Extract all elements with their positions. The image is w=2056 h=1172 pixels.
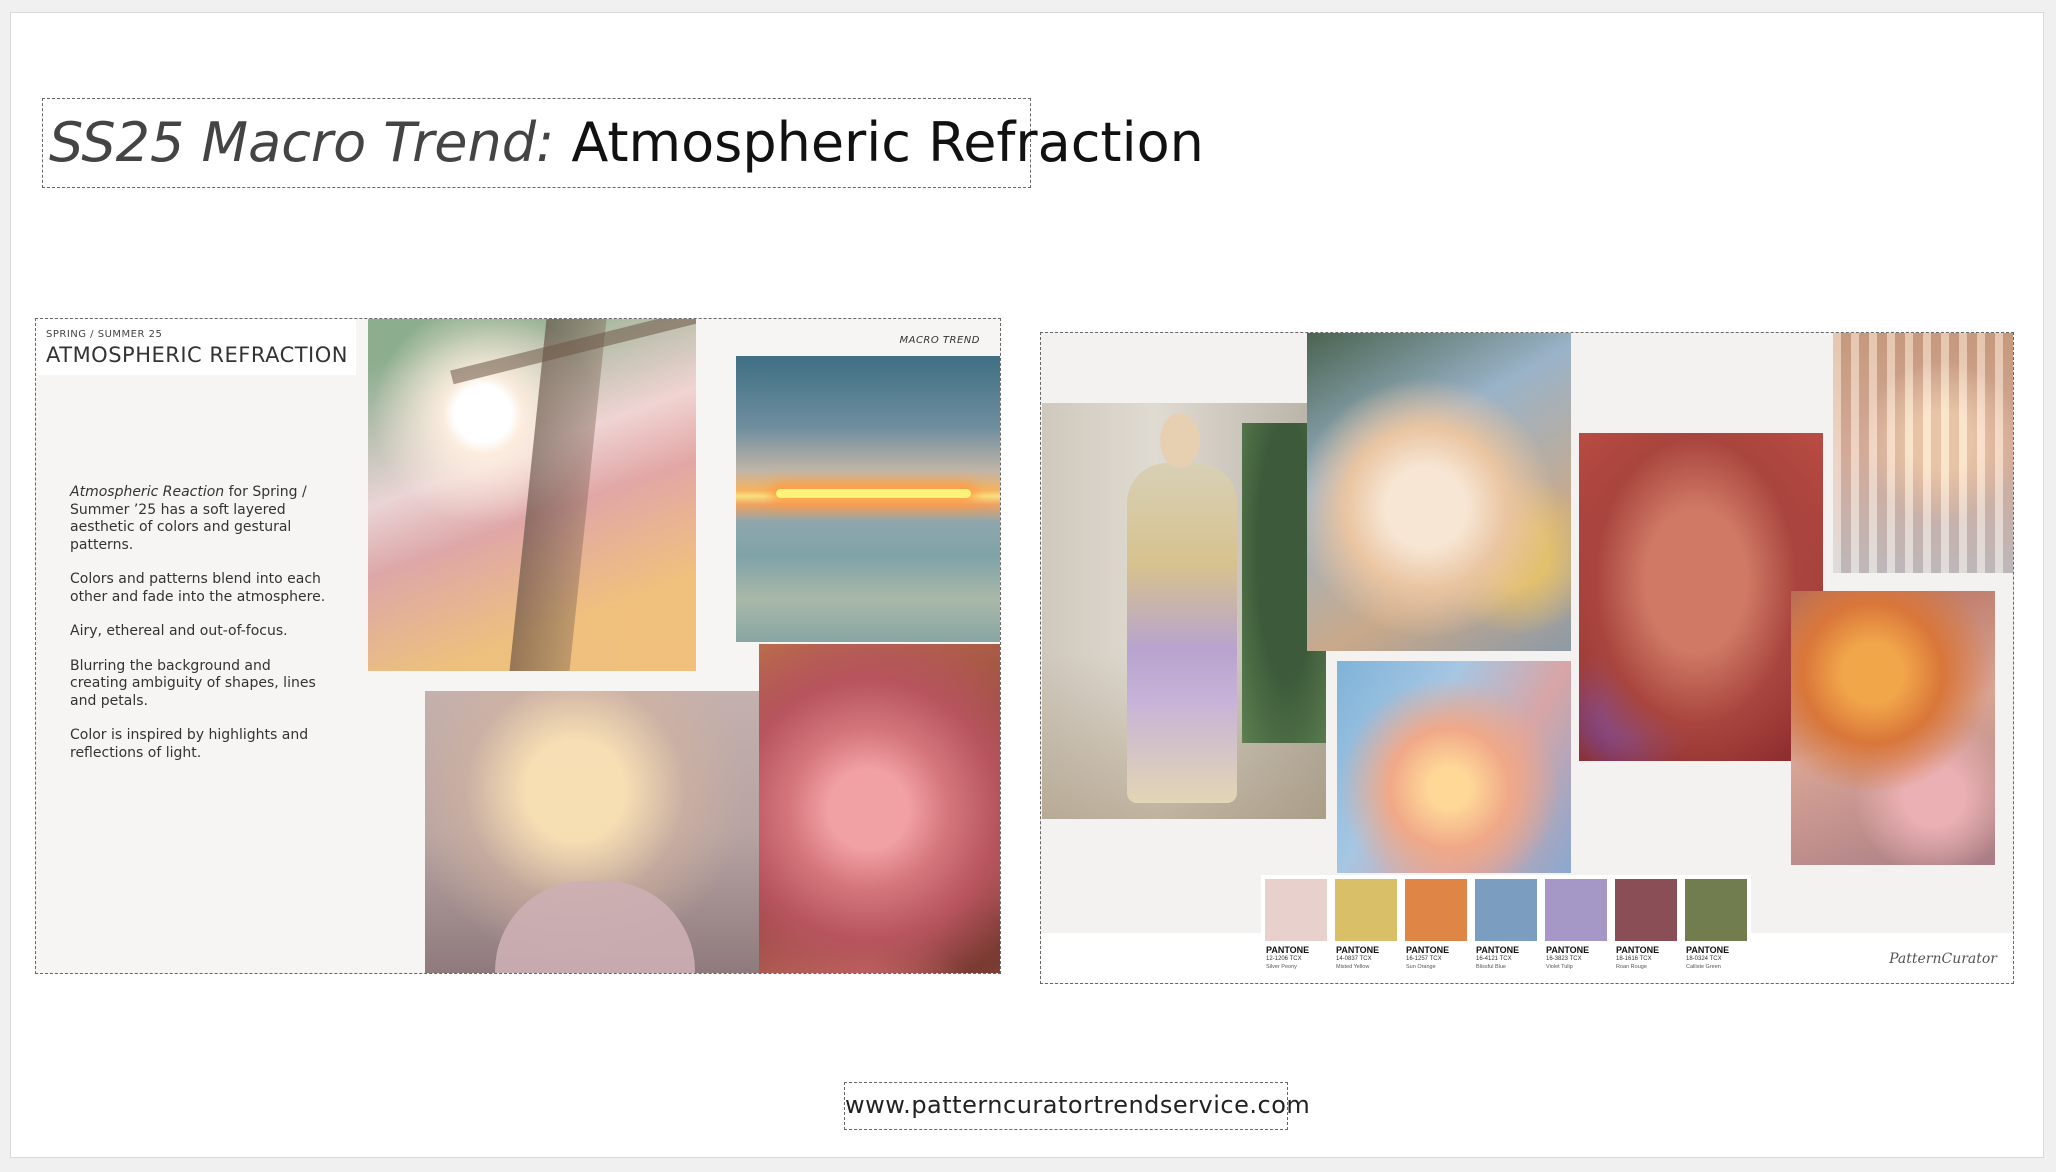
- title-box[interactable]: SS25 Macro Trend: Atmospheric Refraction: [42, 98, 1204, 188]
- patterncurator-signature: PatternCurator: [1889, 951, 1997, 967]
- light-reflection-photo: [1833, 333, 2013, 573]
- swatch-chip: [1615, 879, 1677, 941]
- swatch-chip: [1265, 879, 1327, 941]
- woman-shirt: [495, 881, 695, 973]
- swatch-brand: PANTONE: [1406, 945, 1450, 955]
- swatch-code: 12-1206 TCX: [1266, 956, 1302, 962]
- swatch-code: 16-4121 TCX: [1476, 956, 1512, 962]
- moodboard-collage[interactable]: PANTONE 12-1206 TCX Silver Peony PANTONE…: [1040, 332, 2014, 984]
- swatch-name: Violet Tulip: [1546, 964, 1573, 970]
- orange-blossom-photo: [1791, 591, 1995, 865]
- board-heading: ATMOSPHERIC REFRACTION: [46, 343, 348, 367]
- pastel-dress: [1127, 463, 1237, 803]
- peony-photo: [759, 644, 1000, 973]
- swatch-violet-tulip: PANTONE 16-3823 TCX Violet Tulip: [1541, 875, 1611, 975]
- macro-trend-label: MACRO TREND: [899, 335, 980, 346]
- sunlit-profile-photo: [1337, 661, 1571, 873]
- swatch-code: 16-1257 TCX: [1406, 956, 1442, 962]
- swatch-chip: [1685, 879, 1747, 941]
- paragraph-4: Color is inspired by highlights and refl…: [70, 727, 309, 761]
- swatch-code: 18-0324 TCX: [1686, 956, 1722, 962]
- website-url[interactable]: www.patterncuratortrendservice.com: [845, 1091, 1310, 1119]
- red-portrait-photo: [1579, 433, 1823, 761]
- paragraph-3: Blurring the background and creating amb…: [70, 657, 316, 709]
- swatch-name: Misted Yellow: [1336, 964, 1370, 970]
- swatch-name: Silver Peony: [1266, 964, 1297, 970]
- swatch-calliste-green: PANTONE 18-0324 TCX Calliste Green: [1681, 875, 1751, 975]
- website-url-box[interactable]: www.patterncuratortrendservice.com: [844, 1082, 1310, 1130]
- scarves-tree-photo: [368, 319, 696, 671]
- swatch-code: 16-3823 TCX: [1546, 956, 1582, 962]
- swatch-name: Blissful Blue: [1476, 964, 1506, 970]
- season-label: SPRING / SUMMER 25: [46, 329, 163, 340]
- woman-flower-photo: [425, 691, 759, 973]
- swatch-brand: PANTONE: [1546, 945, 1590, 955]
- swatch-sun-orange: PANTONE 16-1257 TCX Sun Orange: [1401, 875, 1471, 975]
- slide-title: SS25 Macro Trend: Atmospheric Refraction: [49, 107, 1204, 179]
- swatch-blissful-blue: PANTONE 16-4121 TCX Blissful Blue: [1471, 875, 1541, 975]
- swatch-brand: PANTONE: [1266, 945, 1310, 955]
- trend-description: Atmospheric Reaction for Spring / Summer…: [70, 484, 330, 779]
- glass-refraction-photo: [1307, 333, 1571, 651]
- swatch-chip: [1405, 879, 1467, 941]
- swatch-chip: [1545, 879, 1607, 941]
- swatch-chip: [1475, 879, 1537, 941]
- swatch-brand: PANTONE: [1336, 945, 1380, 955]
- paragraph-2: Airy, ethereal and out-of-focus.: [70, 623, 288, 639]
- swatch-chip: [1335, 879, 1397, 941]
- swatch-brand: PANTONE: [1616, 945, 1660, 955]
- intro-emphasis: Atmospheric Reaction: [70, 484, 225, 500]
- swatch-name: Calliste Green: [1686, 964, 1721, 970]
- model-head: [1160, 413, 1200, 468]
- title-prefix: SS25 Macro Trend:: [49, 111, 555, 174]
- pantone-swatch-row: PANTONE 12-1206 TCX Silver Peony PANTONE…: [1261, 875, 1751, 975]
- sunset-sea-photo: [736, 356, 1000, 642]
- swatch-brand: PANTONE: [1476, 945, 1520, 955]
- paragraph-1: Colors and patterns blend into each othe…: [70, 571, 326, 605]
- swatch-roan-rouge: PANTONE 18-1616 TCX Roan Rouge: [1611, 875, 1681, 975]
- swatch-code: 14-0837 TCX: [1336, 956, 1372, 962]
- title-main: Atmospheric Refraction: [571, 111, 1204, 174]
- swatch-name: Sun Orange: [1406, 964, 1436, 970]
- swatch-name: Roan Rouge: [1616, 964, 1647, 970]
- tree-trunk: [509, 319, 607, 671]
- swatch-code: 18-1616 TCX: [1616, 956, 1652, 962]
- sun-glow: [776, 489, 971, 498]
- intro-paragraph: Atmospheric Reaction for Spring / Summer…: [70, 484, 330, 554]
- swatch-brand: PANTONE: [1686, 945, 1730, 955]
- runway-gown-photo: [1042, 403, 1326, 819]
- swatch-misted-yellow: PANTONE 14-0837 TCX Misted Yellow: [1331, 875, 1401, 975]
- swatch-silver-peony: PANTONE 12-1206 TCX Silver Peony: [1261, 875, 1331, 975]
- macro-trend-board[interactable]: SPRING / SUMMER 25 ATMOSPHERIC REFRACTIO…: [35, 318, 1001, 974]
